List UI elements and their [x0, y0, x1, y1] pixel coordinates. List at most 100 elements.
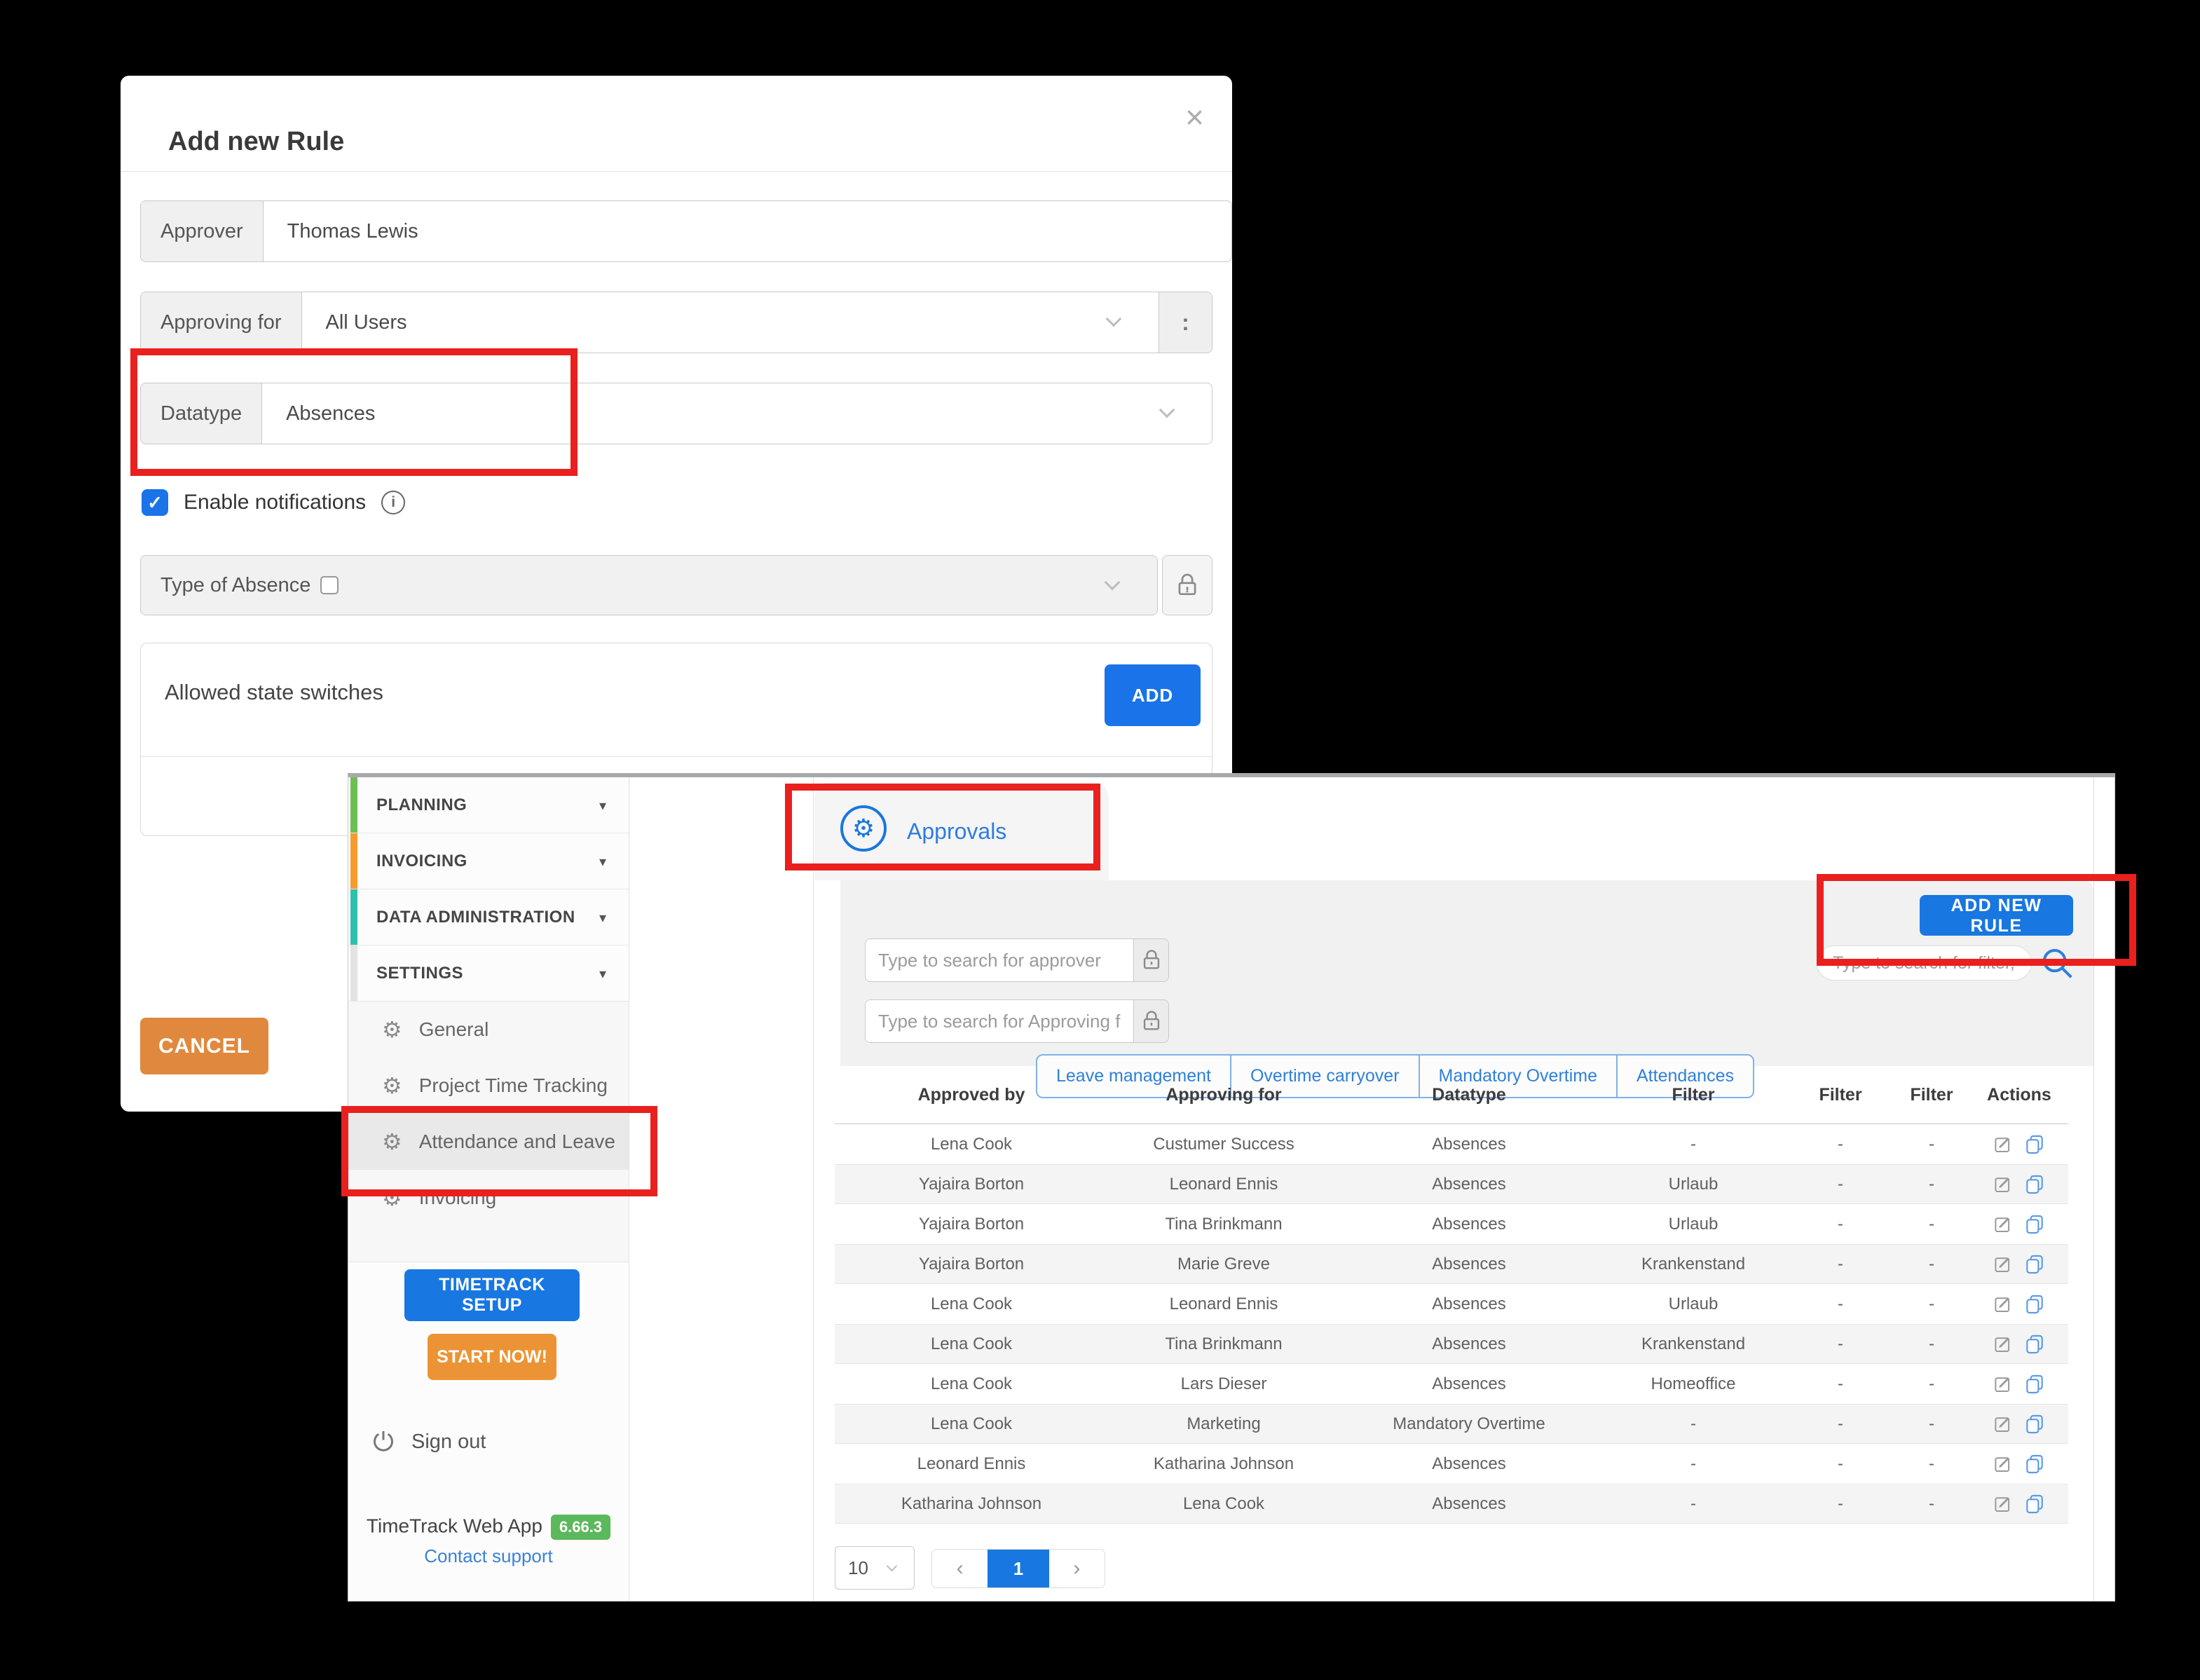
cell-approved-by: Yajaira Borton: [835, 1215, 1108, 1234]
edit-icon[interactable]: [1993, 1174, 2014, 1195]
timetrack-setup-button[interactable]: TIMETRACK SETUP: [404, 1269, 580, 1321]
sidebar-section[interactable]: SETTINGS ▾: [348, 945, 629, 1002]
page-size-select[interactable]: 10: [835, 1546, 915, 1590]
copy-icon[interactable]: [2023, 1493, 2046, 1515]
approver-value[interactable]: Thomas Lewis: [264, 201, 1231, 261]
search-approving-for-field[interactable]: [865, 999, 1169, 1043]
approver-lock-button[interactable]: [1133, 939, 1168, 981]
copy-icon[interactable]: [2023, 1413, 2046, 1435]
copy-icon[interactable]: [2023, 1373, 2046, 1395]
table-row[interactable]: Leonard Ennis Katharina Johnson Absences…: [835, 1444, 2068, 1484]
cell-filter-1: -: [1599, 1494, 1788, 1514]
allowed-state-switches-title: Allowed state switches: [165, 680, 383, 705]
cell-datatype: Absences: [1339, 1454, 1599, 1474]
edit-icon[interactable]: [1993, 1294, 2014, 1315]
cell-actions: [1970, 1453, 2068, 1475]
edit-icon[interactable]: [1993, 1414, 2014, 1435]
page-size-value: 10: [848, 1557, 868, 1579]
approving-for-lock-button[interactable]: [1133, 1000, 1168, 1042]
current-page-button[interactable]: 1: [988, 1550, 1048, 1587]
column-header: Actions: [1970, 1085, 2068, 1105]
edit-icon[interactable]: [1993, 1494, 2014, 1515]
section-accent-bar: [350, 945, 357, 1001]
chevron-down-icon[interactable]: [1105, 575, 1121, 591]
search-approving-for-input[interactable]: [866, 1000, 1133, 1042]
table-row[interactable]: Katharina Johnson Lena Cook Absences - -…: [835, 1484, 2068, 1524]
column-header: Approved by: [835, 1085, 1108, 1105]
cell-filter-2: -: [1788, 1374, 1893, 1394]
approving-for-label: Approving for: [141, 292, 302, 353]
type-of-absence-value[interactable]: [358, 556, 1157, 615]
start-now-button[interactable]: START NOW!: [428, 1334, 556, 1380]
sidebar-section[interactable]: PLANNING ▾: [348, 777, 629, 833]
close-icon[interactable]: ×: [1185, 101, 1204, 133]
notifications-checkbox[interactable]: ✓: [142, 489, 168, 516]
next-page-button[interactable]: ›: [1049, 1550, 1105, 1587]
cell-datatype: Absences: [1339, 1255, 1599, 1274]
edit-icon[interactable]: [1993, 1134, 2014, 1155]
edit-icon[interactable]: [1993, 1254, 2014, 1275]
section-accent-bar: [350, 889, 357, 945]
section-accent-bar: [350, 777, 357, 833]
table-row[interactable]: Lena Cook Leonard Ennis Absences Urlaub …: [835, 1284, 2068, 1324]
sidebar-section[interactable]: INVOICING ▾: [348, 833, 629, 889]
lock-icon: [1174, 572, 1201, 599]
table-row[interactable]: Lena Cook Lars Dieser Absences Homeoffic…: [835, 1364, 2068, 1404]
copy-icon[interactable]: [2023, 1173, 2046, 1196]
approving-for-value[interactable]: All Users: [302, 292, 1159, 353]
cell-approved-by: Lena Cook: [835, 1374, 1108, 1394]
cell-filter-3: -: [1893, 1255, 1970, 1274]
cell-filter-1: -: [1599, 1414, 1788, 1434]
copy-icon[interactable]: [2023, 1253, 2046, 1276]
contact-support-link[interactable]: Contact support: [348, 1545, 629, 1567]
chevron-down-icon[interactable]: [1106, 311, 1122, 327]
table-row[interactable]: Lena Cook Tina Brinkmann Absences Kranke…: [835, 1324, 2068, 1364]
type-of-absence-checkbox[interactable]: [320, 576, 339, 594]
cell-approved-by: Leonard Ennis: [835, 1454, 1108, 1474]
table-row[interactable]: Yajaira Borton Tina Brinkmann Absences U…: [835, 1204, 2068, 1244]
edit-icon[interactable]: [1993, 1374, 2014, 1395]
copy-icon[interactable]: [2023, 1213, 2046, 1236]
sidebar-section[interactable]: DATA ADMINISTRATION ▾: [348, 889, 629, 945]
chevron-down-icon[interactable]: [1159, 402, 1175, 418]
type-of-absence-lock-button[interactable]: [1162, 555, 1212, 615]
sign-out-button[interactable]: Sign out: [369, 1428, 486, 1456]
copy-icon[interactable]: [2023, 1293, 2046, 1316]
cell-filter-2: -: [1788, 1295, 1893, 1314]
approving-for-options-button[interactable]: :: [1159, 292, 1212, 353]
copy-icon[interactable]: [2023, 1133, 2046, 1156]
table-row[interactable]: Lena Cook Marketing Mandatory Overtime -…: [835, 1404, 2068, 1444]
edit-icon[interactable]: [1993, 1454, 2014, 1475]
section-accent-bar: [350, 833, 357, 889]
sidebar-settings-item[interactable]: ⚙ Project Time Tracking: [348, 1058, 629, 1114]
cell-approving-for: Katharina Johnson: [1108, 1454, 1339, 1474]
sidebar-settings-item[interactable]: ⚙ General: [348, 1002, 629, 1058]
cell-filter-1: Urlaub: [1599, 1175, 1788, 1194]
cancel-button[interactable]: CANCEL: [140, 1018, 268, 1074]
annotation-box-approvals: [785, 784, 1100, 870]
table-row[interactable]: Yajaira Borton Marie Greve Absences Kran…: [835, 1244, 2068, 1284]
type-of-absence-field[interactable]: Type of Absence: [140, 555, 1158, 615]
approving-for-field[interactable]: Approving for All Users :: [140, 292, 1212, 353]
table-row[interactable]: Yajaira Borton Leonard Ennis Absences Ur…: [835, 1164, 2068, 1204]
column-header: Datatype: [1339, 1085, 1599, 1105]
copy-icon[interactable]: [2023, 1333, 2046, 1355]
column-header: Filter: [1788, 1085, 1893, 1105]
switches-divider: [141, 756, 1212, 757]
add-switch-button[interactable]: ADD: [1105, 664, 1201, 726]
approvals-table: Approved by Approving for Datatype Filte…: [835, 1066, 2068, 1524]
copy-icon[interactable]: [2023, 1453, 2046, 1475]
prev-page-button[interactable]: ‹: [932, 1550, 988, 1587]
table-row[interactable]: Lena Cook Custumer Success Absences - - …: [835, 1124, 2068, 1164]
edit-icon[interactable]: [1993, 1334, 2014, 1355]
approver-field[interactable]: Approver Thomas Lewis: [140, 200, 1232, 262]
pager: ‹ 1 ›: [931, 1549, 1105, 1588]
caret-down-icon: ▾: [599, 853, 606, 870]
edit-icon[interactable]: [1993, 1214, 2014, 1235]
annotation-box-datatype: [130, 348, 578, 476]
caret-down-icon: ▾: [599, 965, 606, 982]
caret-down-icon: ▾: [599, 797, 606, 814]
search-approver-input[interactable]: [866, 939, 1133, 981]
search-approver-field[interactable]: [865, 938, 1169, 982]
sidebar-section-label: INVOICING: [376, 852, 467, 871]
